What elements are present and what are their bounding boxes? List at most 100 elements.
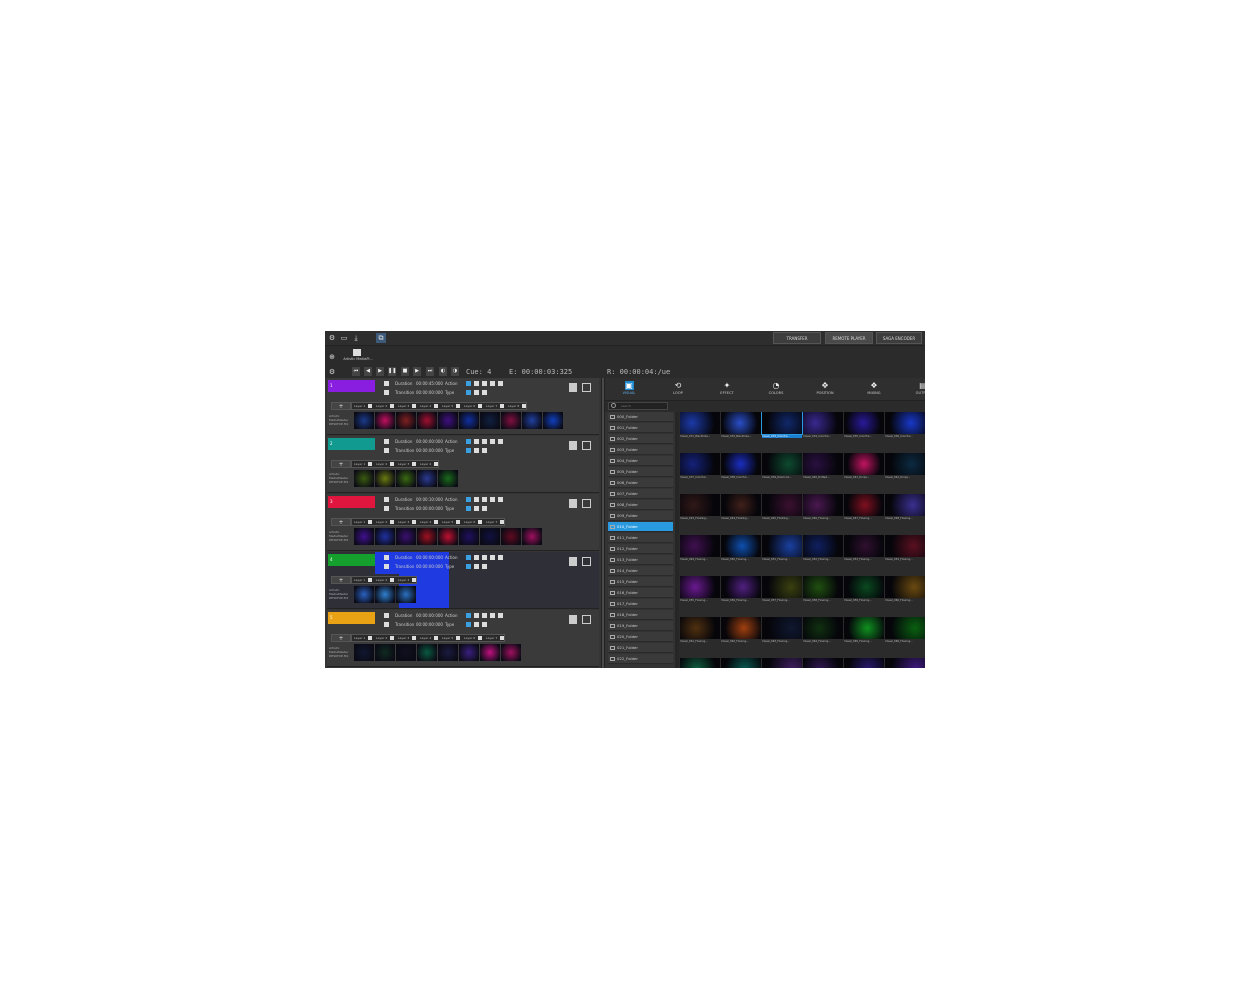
folder-item[interactable]: 008_Folder [608, 500, 673, 510]
clip-thumbnail[interactable] [396, 470, 416, 487]
tab-loop[interactable]: ⟲ LOOP [654, 378, 702, 400]
first-cue-button[interactable]: ⏮ [352, 367, 360, 376]
blackout-button[interactable]: ◐ [439, 367, 447, 376]
action-option[interactable] [482, 613, 487, 618]
remote-player-button[interactable]: REMOTE PLAYER [825, 332, 873, 344]
pause-button[interactable]: ❚❚ [388, 367, 396, 376]
visual-thumbnail[interactable]: Visual_052_Flowing... [803, 535, 843, 575]
visual-thumbnail[interactable]: Visual_049_Flowing... [680, 535, 720, 575]
clip-thumbnail[interactable] [375, 528, 395, 545]
clip-thumbnail[interactable] [396, 528, 416, 545]
type-option[interactable] [482, 448, 487, 453]
visual-thumbnail[interactable]: Visual_042_Drops... [885, 453, 925, 493]
folder-item[interactable]: 011_Folder [608, 533, 673, 543]
folder-item[interactable]: 004_Folder [608, 456, 673, 466]
layer-tab[interactable]: Layer 5 [442, 520, 453, 525]
folder-item[interactable]: 010_Folder [608, 522, 673, 532]
next-button[interactable]: ▶ [413, 367, 421, 376]
layer-checkbox[interactable] [368, 578, 372, 582]
visual-thumbnail[interactable]: Visual_059_Flowing... [844, 576, 884, 616]
layer-tab[interactable]: Layer 3 [398, 404, 409, 409]
folder-item[interactable]: 005_Folder [608, 467, 673, 477]
layer-checkbox[interactable] [390, 462, 394, 466]
previous-button[interactable]: ◀ [364, 367, 372, 376]
layer-checkbox[interactable] [456, 636, 460, 640]
visual-thumbnail[interactable]: Visual_036_Colorful... [885, 412, 925, 452]
layer-tab[interactable]: Layer 7 [486, 520, 497, 525]
action-option[interactable] [474, 497, 479, 502]
layer-tab[interactable]: Layer 7 [486, 636, 497, 641]
clip-thumbnail[interactable] [417, 412, 437, 429]
preview-icon[interactable] [582, 383, 591, 392]
clip-thumbnail[interactable] [396, 412, 416, 429]
saga-encoder-button[interactable]: SAGA ENCODER [876, 332, 922, 344]
type-option[interactable] [474, 564, 479, 569]
clip-thumbnail[interactable] [438, 412, 458, 429]
layer-checkbox[interactable] [412, 578, 416, 582]
clip-thumbnail[interactable] [396, 586, 416, 603]
cue-color-swatch[interactable]: 5 [328, 612, 375, 624]
layer-checkbox[interactable] [412, 520, 416, 524]
layer-tab[interactable]: Layer 7 [486, 404, 497, 409]
layer-checkbox[interactable] [478, 636, 482, 640]
cue-color-swatch[interactable]: 4 [328, 554, 375, 566]
visual-thumbnail[interactable]: Visual_040_Dotted... [803, 453, 843, 493]
visual-thumbnail[interactable]: Visual_034_Colorful... [803, 412, 843, 452]
action-option[interactable] [482, 497, 487, 502]
action-option[interactable] [482, 381, 487, 386]
type-option[interactable] [466, 390, 471, 395]
layer-tab[interactable]: Layer 6 [464, 636, 475, 641]
layer-checkbox[interactable] [434, 520, 438, 524]
link-icon[interactable]: ⧉ [376, 333, 386, 343]
add-device-icon[interactable]: ⊕ [327, 352, 337, 362]
layer-tab[interactable]: Layer 1 [354, 578, 365, 583]
layer-tab[interactable]: Layer 3 [398, 578, 409, 583]
folder-item[interactable]: 012_Folder [608, 544, 673, 554]
action-option[interactable] [474, 555, 479, 560]
action-option[interactable] [466, 555, 471, 560]
layer-tab[interactable]: Layer 6 [464, 520, 475, 525]
layer-tab[interactable]: Layer 5 [442, 636, 453, 641]
device-tile[interactable]: Artistic MediaPl... [341, 348, 375, 364]
layer-tab[interactable]: Layer 8 [508, 404, 519, 409]
type-option[interactable] [482, 622, 487, 627]
type-option[interactable] [466, 506, 471, 511]
clip-thumbnail[interactable] [543, 412, 563, 429]
visual-thumbnail[interactable]: Visual_068_Flowing... [721, 658, 761, 668]
visual-thumbnail[interactable]: Visual_067_Flowing... [680, 658, 720, 668]
layer-tab[interactable]: Layer 4 [420, 636, 431, 641]
layer-tab[interactable]: Layer 1 [354, 462, 365, 467]
action-option[interactable] [466, 497, 471, 502]
preview-icon[interactable] [582, 499, 591, 508]
clip-thumbnail[interactable] [501, 644, 521, 661]
cue-row[interactable]: 3 Duration 00:00:10:000 Action Transition 00:… [327, 494, 599, 551]
config-icon[interactable]: ⚙ [327, 367, 337, 377]
preview-icon[interactable] [582, 615, 591, 624]
folder-item[interactable]: 017_Folder [608, 599, 673, 609]
layer-checkbox[interactable] [456, 404, 460, 408]
clip-thumbnail[interactable] [459, 412, 479, 429]
type-option[interactable] [482, 564, 487, 569]
action-option[interactable] [490, 613, 495, 618]
visual-thumbnail[interactable]: Visual_047_Flowing... [844, 494, 884, 534]
layer-checkbox[interactable] [390, 404, 394, 408]
layer-tab[interactable]: Layer 4 [420, 404, 431, 409]
settings-icon[interactable]: ⚙ [327, 333, 337, 343]
visual-thumbnail[interactable]: Visual_051_Flowing... [762, 535, 802, 575]
action-option[interactable] [498, 555, 503, 560]
type-option[interactable] [474, 622, 479, 627]
clip-thumbnail[interactable] [354, 644, 374, 661]
visual-thumbnail[interactable]: Visual_060_Flowing... [885, 576, 925, 616]
layer-checkbox[interactable] [434, 404, 438, 408]
visual-thumbnail[interactable]: Visual_062_Flowing... [721, 617, 761, 657]
visual-thumbnail[interactable]: Visual_064_Flowing... [803, 617, 843, 657]
stop-button[interactable]: ■ [401, 367, 409, 376]
visual-thumbnail[interactable]: Visual_070_Flowing... [803, 658, 843, 668]
clip-thumbnail[interactable] [417, 528, 437, 545]
folder-item[interactable]: 009_Folder [608, 511, 673, 521]
add-layer-button[interactable]: + [331, 460, 351, 468]
layer-checkbox[interactable] [522, 404, 526, 408]
clip-thumbnail[interactable] [522, 528, 542, 545]
visual-thumbnail[interactable]: Visual_054_Flowing... [885, 535, 925, 575]
clip-thumbnail[interactable] [480, 528, 500, 545]
